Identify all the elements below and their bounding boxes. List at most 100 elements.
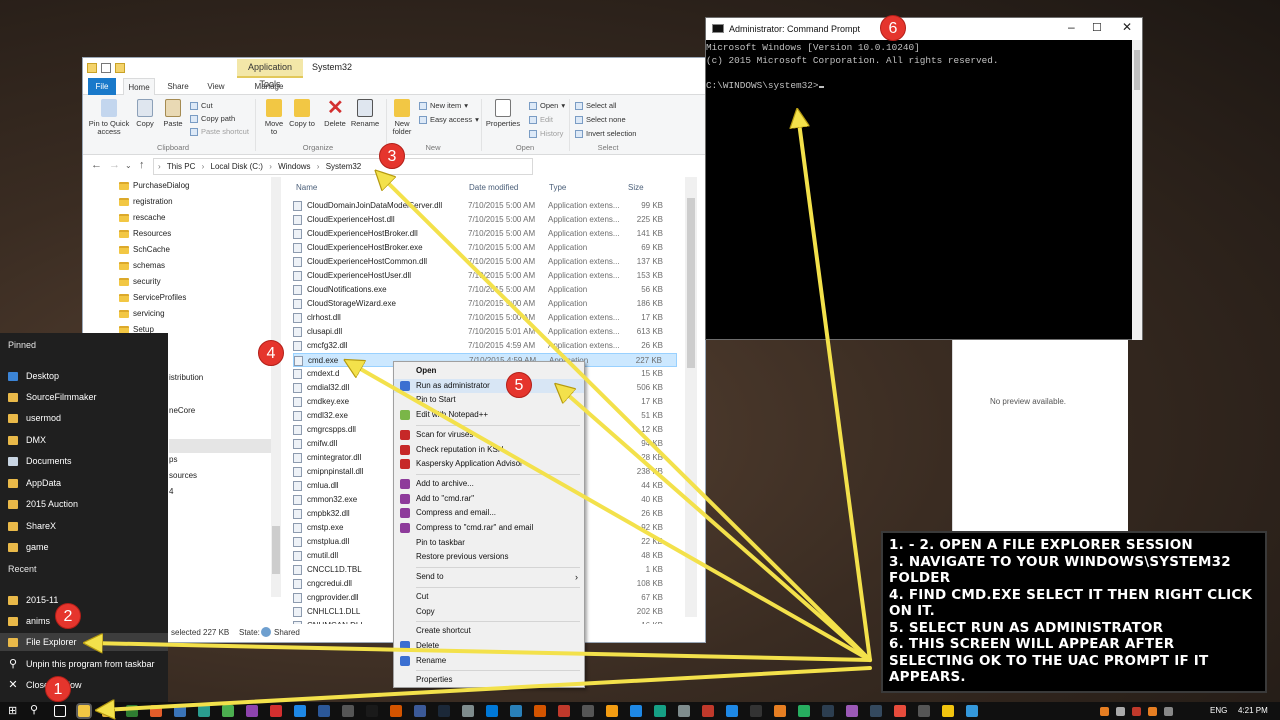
nav-folder-item[interactable]: registration bbox=[119, 197, 173, 206]
taskbar-app-icon[interactable] bbox=[150, 705, 162, 717]
paste-shortcut-button[interactable]: Paste shortcut bbox=[190, 127, 249, 136]
search-icon[interactable]: ⚲ bbox=[30, 703, 42, 716]
tray-icon[interactable] bbox=[1148, 707, 1157, 716]
language-indicator[interactable]: ENG bbox=[1210, 706, 1227, 715]
context-menu-item[interactable]: Pin to Start bbox=[394, 393, 584, 407]
nav-folder-item[interactable]: servicing bbox=[119, 309, 165, 318]
taskbar-app-icon[interactable] bbox=[894, 705, 906, 717]
properties-button[interactable]: Properties bbox=[483, 99, 523, 128]
taskbar-app-icon[interactable] bbox=[582, 705, 594, 717]
minimize-icon[interactable]: – bbox=[1068, 20, 1075, 34]
taskbar-app-icon[interactable] bbox=[486, 705, 498, 717]
context-menu-item[interactable]: Rename bbox=[394, 654, 584, 668]
tray-icon[interactable] bbox=[1164, 707, 1173, 716]
taskbar-app-icon[interactable] bbox=[726, 705, 738, 717]
taskbar-app-icon[interactable] bbox=[270, 705, 282, 717]
context-menu-item[interactable]: Create shortcut bbox=[394, 624, 584, 638]
taskbar-app-icon[interactable] bbox=[246, 705, 258, 717]
history-button[interactable]: History bbox=[529, 129, 563, 138]
nav-folder-item[interactable]: sources bbox=[169, 471, 197, 480]
nav-folder-item[interactable]: neCore bbox=[169, 406, 195, 415]
nav-folder-item[interactable]: rescache bbox=[119, 213, 165, 222]
tab-view[interactable]: View bbox=[201, 78, 231, 95]
properties-icon[interactable] bbox=[101, 63, 111, 73]
back-arrow-icon[interactable]: ← bbox=[91, 159, 102, 171]
jump-list-unpin[interactable]: ⚲ Unpin this program from taskbar bbox=[8, 658, 168, 669]
invert-selection-button[interactable]: Invert selection bbox=[575, 129, 636, 138]
taskbar-app-icon[interactable] bbox=[918, 705, 930, 717]
tab-share[interactable]: Share bbox=[163, 78, 193, 95]
context-menu-item[interactable]: Restore previous versions bbox=[394, 550, 584, 564]
recent-dropdown-icon[interactable]: ⌄ bbox=[125, 161, 132, 170]
tab-file[interactable]: File bbox=[88, 78, 116, 95]
clock[interactable]: 4:21 PM bbox=[1238, 706, 1268, 715]
jump-list-item[interactable]: SourceFilmmaker bbox=[8, 392, 168, 402]
taskbar-app-icon[interactable] bbox=[510, 705, 522, 717]
edit-button[interactable]: Edit bbox=[529, 115, 553, 124]
nav-folder-item[interactable]: 4 bbox=[169, 487, 173, 496]
taskbar-app-icon[interactable] bbox=[606, 705, 618, 717]
file-row[interactable]: clusapi.dll 7/10/2015 5:01 AM Application … bbox=[293, 325, 677, 339]
copy-path-button[interactable]: Copy path bbox=[190, 114, 235, 123]
context-menu-item[interactable]: Add to archive... bbox=[394, 477, 584, 491]
jump-list-item[interactable]: usermod bbox=[8, 413, 168, 423]
context-menu-item[interactable]: Add to "cmd.rar" bbox=[394, 492, 584, 506]
taskbar-app-icon[interactable] bbox=[798, 705, 810, 717]
breadcrumb-windows[interactable]: Windows bbox=[278, 159, 310, 174]
jump-list-item[interactable]: 2015-11 bbox=[8, 595, 168, 605]
nav-folder-item[interactable]: security bbox=[119, 277, 161, 286]
context-menu-item[interactable]: Check reputation in KSN bbox=[394, 443, 584, 457]
file-explorer-taskbar-icon[interactable] bbox=[78, 705, 90, 717]
cmd-scrollbar-thumb[interactable] bbox=[1134, 50, 1140, 90]
taskbar-app-icon[interactable] bbox=[366, 705, 378, 717]
taskbar-app-icon[interactable] bbox=[198, 705, 210, 717]
taskbar-app-icon[interactable] bbox=[942, 705, 954, 717]
tray-icon[interactable] bbox=[1132, 707, 1141, 716]
file-row[interactable]: CloudExperienceHost.dll 7/10/2015 5:00 AM… bbox=[293, 213, 677, 227]
close-icon[interactable]: ✕ bbox=[1122, 20, 1132, 34]
file-row[interactable]: CloudNotifications.exe 7/10/2015 5:00 AM A… bbox=[293, 283, 677, 297]
taskbar-app-icon[interactable] bbox=[654, 705, 666, 717]
column-name[interactable]: Name bbox=[296, 183, 317, 192]
file-row[interactable]: CloudExperienceHostBroker.exe 7/10/2015 5… bbox=[293, 241, 677, 255]
jump-list-item[interactable]: 2015 Auction bbox=[8, 499, 168, 509]
jump-list-item[interactable]: AppData bbox=[8, 478, 168, 488]
breadcrumb-local-disk[interactable]: Local Disk (C:) bbox=[211, 159, 263, 174]
paste-button[interactable]: Paste bbox=[161, 99, 185, 128]
maximize-icon[interactable]: ☐ bbox=[1092, 21, 1102, 34]
breadcrumb[interactable]: › This PC › Local Disk (C:) › Windows › … bbox=[153, 158, 533, 175]
delete-button[interactable]: ✕ Delete bbox=[321, 98, 349, 128]
taskbar-app-icon[interactable] bbox=[126, 705, 138, 717]
context-menu-item[interactable]: Compress to "cmd.rar" and email bbox=[394, 521, 584, 535]
cmd-console[interactable]: Microsoft Windows [Version 10.0.10240] (c… bbox=[706, 40, 1132, 340]
jump-list-close-window[interactable]: ✕Close window bbox=[8, 679, 168, 690]
easy-access-button[interactable]: Easy access ▾ bbox=[419, 115, 479, 124]
up-arrow-icon[interactable]: ↑ bbox=[139, 159, 145, 171]
taskbar-app-icon[interactable] bbox=[750, 705, 762, 717]
taskbar-app-icon[interactable] bbox=[822, 705, 834, 717]
new-folder-icon[interactable] bbox=[115, 63, 125, 73]
taskbar-app-icon[interactable] bbox=[630, 705, 642, 717]
cut-button[interactable]: Cut bbox=[190, 101, 213, 110]
select-all-button[interactable]: Select all bbox=[575, 101, 616, 110]
context-menu-item[interactable]: Edit with Notepad++ bbox=[394, 408, 584, 422]
new-item-button[interactable]: New item ▾ bbox=[419, 101, 468, 110]
context-menu-item[interactable]: Send to › bbox=[394, 570, 584, 584]
jump-list-item[interactable]: game bbox=[8, 542, 168, 552]
select-none-button[interactable]: Select none bbox=[575, 115, 626, 124]
jump-list-item-documents[interactable]: Documents bbox=[8, 456, 168, 466]
taskbar-app-icon[interactable] bbox=[534, 705, 546, 717]
breadcrumb-system32[interactable]: System32 bbox=[326, 159, 362, 174]
breadcrumb-this-pc[interactable]: This PC bbox=[167, 159, 195, 174]
new-folder-button[interactable]: New folder bbox=[389, 99, 415, 136]
file-row[interactable]: CloudExperienceHostCommon.dll 7/10/2015 5… bbox=[293, 255, 677, 269]
nav-folder-item[interactable]: PurchaseDialog bbox=[119, 181, 189, 190]
copy-to-button[interactable]: Copy to bbox=[289, 99, 315, 128]
task-view-icon[interactable] bbox=[54, 705, 66, 717]
file-row[interactable]: CloudExperienceHostBroker.dll 7/10/2015 5… bbox=[293, 227, 677, 241]
windows-start-icon[interactable]: ⊞ bbox=[8, 704, 20, 717]
taskbar-app-icon[interactable] bbox=[414, 705, 426, 717]
tab-manage[interactable]: Manage bbox=[241, 78, 297, 95]
taskbar-app-icon[interactable] bbox=[678, 705, 690, 717]
taskbar-app-icon[interactable] bbox=[846, 705, 858, 717]
